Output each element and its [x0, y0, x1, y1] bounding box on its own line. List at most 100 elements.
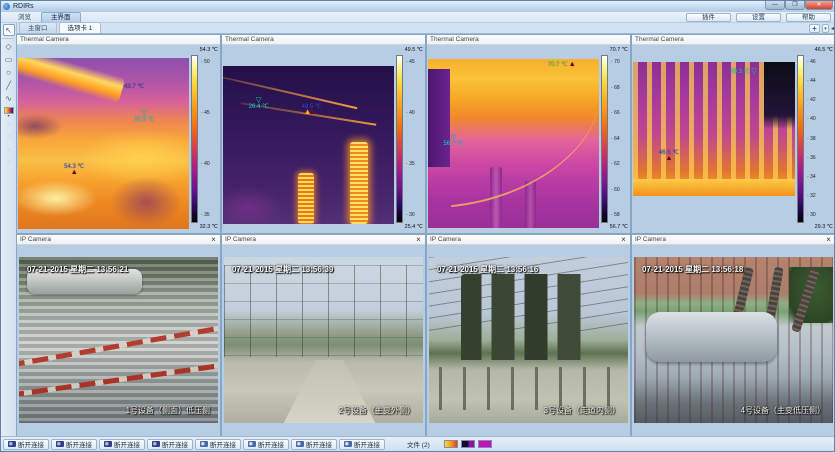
scale-tick-label: 35	[406, 162, 423, 167]
panel-title: Thermal Camera	[222, 35, 425, 45]
files-label[interactable]: 文件 (2)	[401, 438, 436, 450]
rectangle-tool-icon[interactable]: ▭	[3, 54, 15, 66]
spot-meter-tool-icon[interactable]: ◇	[3, 41, 15, 53]
scale-ticks: 50454035	[201, 54, 218, 224]
timestamp-overlay: 07-21-2015 星期二 13:56:16	[437, 264, 538, 275]
disconnect-button-5[interactable]: 断开连接	[195, 439, 241, 450]
panel-title: IP Camera	[20, 236, 51, 243]
disconnect-button-1[interactable]: 断开连接	[3, 439, 49, 450]
scale-tick-label: 64	[611, 137, 628, 142]
thermal-image-4[interactable]: ▽ 29.3 ℃ 46.5 ℃ ▲	[633, 62, 795, 196]
scale-tick-label: 40	[807, 117, 833, 122]
scale-max-label: 49.5 ℃	[395, 47, 423, 54]
thermal-image-2[interactable]: ▽ 26.4 ℃ 49.5 ℃ ▲ ▲	[223, 66, 394, 224]
disconnect-button-2[interactable]: 断开连接	[51, 439, 97, 450]
ip-camera-image-3[interactable]: 07-21-2015 星期二 13:56:16 3号设备（走道内侧）	[429, 257, 628, 423]
camera-caption: 3号设备（走道内侧）	[544, 405, 620, 416]
scale-tick-label: 70	[611, 60, 628, 65]
settings-button[interactable]: 设置	[736, 13, 781, 22]
ip-camera-image-1[interactable]: 07-21-2015 星期二 13:56:21 1号设备（侧面）低压侧	[19, 257, 218, 423]
window-title: RDIRs	[13, 3, 34, 10]
thermal-texture	[633, 179, 795, 196]
tab-tab1[interactable]: 选项卡 1	[59, 22, 102, 33]
camera-caption: 2号设备（主变外侧）	[339, 405, 415, 416]
palette-swatch-iron[interactable]	[444, 440, 458, 448]
polyline-tool-icon[interactable]: ∿	[3, 93, 15, 105]
disabled-tool-icon-3: ▫	[3, 144, 15, 156]
select-tool-icon[interactable]: ↖	[3, 24, 15, 36]
temperature-scale: 49.5 ℃ 45403530 25.4 ℃	[395, 47, 423, 231]
window-controls: — ❐ ✕	[765, 1, 833, 10]
scale-tick-label: 68	[611, 86, 628, 91]
disconnect-button-7[interactable]: 断开连接	[291, 439, 337, 450]
panel-title: Thermal Camera	[632, 35, 835, 45]
scale-tick-label: 45	[406, 60, 423, 65]
disabled-tool-icon-4: ▫	[3, 157, 15, 169]
disconnect-button-6[interactable]: 断开连接	[243, 439, 289, 450]
scale-min-label: 56.7 ℃	[600, 224, 628, 231]
palette-dropdown-icon[interactable]: ▾	[1, 114, 16, 117]
colorbar	[191, 55, 198, 223]
camera-icon	[200, 441, 208, 447]
thermal-camera-panel-2: Thermal Camera ▽ 26.4 ℃ 49.5 ℃ ▲ ▲ 49.5 …	[221, 34, 426, 234]
scale-min-label: 29.3 ℃	[796, 224, 833, 231]
tab-browse[interactable]: 浏览	[8, 12, 41, 22]
scale-tick-label: 30	[807, 213, 833, 218]
disconnect-button-3[interactable]: 断开连接	[99, 439, 145, 450]
plugins-button[interactable]: 插件	[686, 13, 731, 22]
tab-main-interface[interactable]: 主界面	[41, 12, 81, 22]
timestamp-overlay: 07-21-2015 星期二 13:56:39	[232, 264, 333, 275]
camera-icon	[296, 441, 304, 447]
drawing-toolbar: ↖ ◇ ▭ ○ ╱ ∿ ▾ ▫ ▫ ▫ ▫	[1, 23, 17, 436]
app-window: RDIRs — ❐ ✕ 浏览 主界面 插件 设置 帮助 主窗口 选项卡 1 + …	[0, 0, 835, 452]
line-tool-icon[interactable]: ╱	[3, 80, 15, 92]
thermal-image-3[interactable]: 70.7 ℃ ▲ ▽ 56.7 ℃	[428, 59, 599, 228]
hot-spot-marker: 54.3 ℃ ▲	[64, 164, 84, 176]
close-panel-icon[interactable]: ×	[414, 235, 423, 244]
close-button[interactable]: ✕	[805, 1, 833, 10]
camera-icon	[248, 441, 256, 447]
minimize-button[interactable]: —	[765, 1, 785, 10]
ellipse-tool-icon[interactable]: ○	[3, 67, 15, 79]
palette-swatch-dark[interactable]	[461, 440, 475, 448]
alarm-triangle-icon: ▲	[304, 108, 312, 116]
disconnect-button-4[interactable]: 断开连接	[147, 439, 193, 450]
add-tab-dropdown-icon[interactable]: ▾	[822, 24, 829, 33]
title-bar[interactable]: RDIRs — ❐ ✕	[1, 1, 834, 12]
maximize-button[interactable]: ❐	[785, 1, 805, 10]
disconnect-button-8[interactable]: 断开连接	[339, 439, 385, 450]
close-panel-icon[interactable]: ×	[619, 235, 628, 244]
thermal-texture	[18, 58, 125, 105]
status-bar: 断开连接 断开连接 断开连接 断开连接 断开连接 断开连接 断开连接 断开连接	[1, 436, 834, 451]
cold-spot-marker: ▽ 56.7 ℃	[443, 135, 463, 147]
colorbar	[601, 55, 608, 223]
add-tab-button[interactable]: +	[809, 24, 820, 33]
temp-label: 43.7 ℃	[124, 84, 144, 90]
scale-tick-label: 32	[807, 194, 833, 199]
ip-camera-image-2[interactable]: 07-21-2015 星期二 13:56:39 2号设备（主变外侧）	[224, 257, 423, 423]
ip-camera-panel-1: IP Camera × 07-21-2015 星期二 13:56:21 1号设备…	[16, 234, 221, 438]
camera-icon	[152, 441, 160, 447]
photo-texture	[461, 274, 588, 360]
ip-camera-image-4[interactable]: 07-21-2015 星期二 13:56:18 4号设备（主变低压侧）	[634, 257, 833, 423]
ip-camera-panel-2: IP Camera × 07-21-2015 星期二 13:56:39 2号设备…	[221, 234, 426, 438]
disabled-tool-icon-1: ▫	[3, 118, 15, 130]
colorbar	[396, 55, 403, 223]
palette-swatch-magenta[interactable]	[478, 440, 492, 448]
panel-title: IP Camera	[430, 236, 461, 243]
close-panel-icon[interactable]: ×	[824, 235, 833, 244]
ip-camera-panel-3: IP Camera × 07-21-2015 星期二 13:56:16 3号设备…	[426, 234, 631, 438]
thermal-camera-panel-4: Thermal Camera ▽ 29.3 ℃ 46.5 ℃ ▲ 46.5 ℃ …	[631, 34, 835, 234]
help-button[interactable]: 帮助	[786, 13, 831, 22]
scale-tick-label: 44	[807, 79, 833, 84]
scale-ticks: 464442403836343230	[807, 54, 833, 224]
thermal-image-1[interactable]: 43.7 ℃ ▽ 32.3 ℃ 54.3 ℃ ▲	[18, 58, 189, 229]
scale-max-label: 54.3 ℃	[190, 47, 218, 54]
hot-triangle-icon: ▲	[569, 62, 576, 68]
hot-spot-alarm-marker: 49.5 ℃ ▲ ▲	[302, 104, 322, 116]
thermal-texture	[440, 81, 599, 207]
scale-tick-label: 30	[406, 213, 423, 218]
tab-scroll-left-icon[interactable]: ◂	[831, 25, 834, 32]
tab-main-window[interactable]: 主窗口	[19, 22, 57, 33]
close-panel-icon[interactable]: ×	[209, 235, 218, 244]
